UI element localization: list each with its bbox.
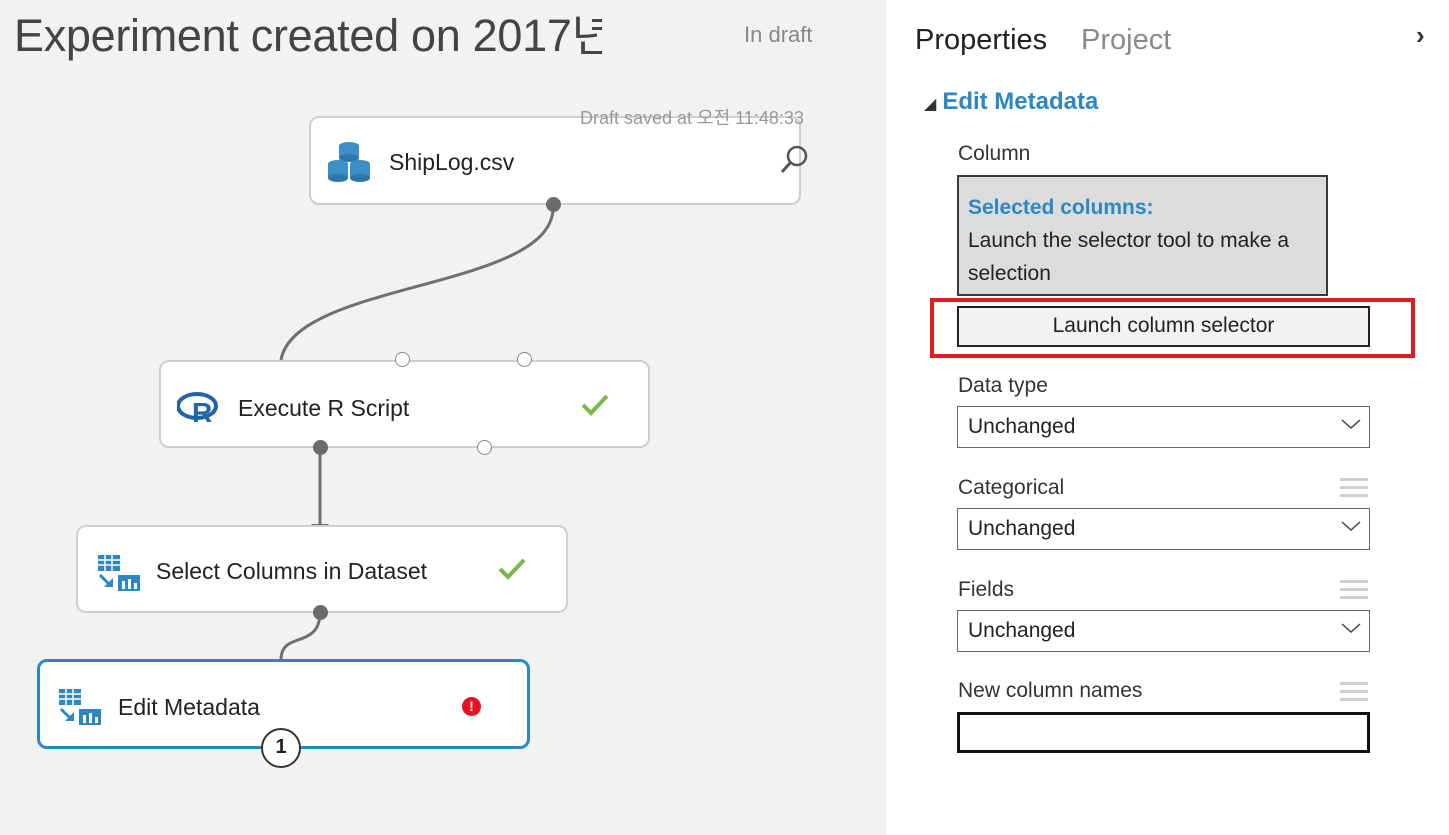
svg-text:R: R bbox=[192, 397, 212, 426]
error-icon[interactable]: ! bbox=[462, 697, 481, 716]
module-label: Execute R Script bbox=[238, 395, 410, 421]
dropdown-value: Unchanged bbox=[968, 415, 1076, 438]
input-port-unconnected[interactable] bbox=[395, 352, 410, 367]
parameter-menu-icon[interactable] bbox=[1340, 682, 1368, 706]
section-title: Edit Metadata bbox=[942, 88, 1099, 115]
properties-panel: Properties Project › ◢ Edit Metadata Colu… bbox=[886, 0, 1449, 835]
chevron-down-icon bbox=[1341, 417, 1361, 436]
categorical-dropdown[interactable]: Unchanged bbox=[957, 508, 1370, 550]
module-execute-r-script[interactable]: R Execute R Script bbox=[159, 360, 650, 448]
module-label: Select Columns in Dataset bbox=[156, 558, 428, 584]
new-column-names-label: New column names bbox=[958, 679, 1143, 702]
table-transform-icon bbox=[96, 553, 142, 598]
collapse-panel-chevron-icon[interactable]: › bbox=[1416, 20, 1425, 51]
dropdown-value: Unchanged bbox=[968, 517, 1076, 540]
module-select-columns[interactable]: Select Columns in Dataset bbox=[76, 525, 568, 613]
launch-column-selector-button[interactable]: Launch column selector bbox=[957, 306, 1370, 347]
data-type-dropdown[interactable]: Unchanged bbox=[957, 406, 1370, 448]
selected-columns-text: Launch the selector tool to make a selec… bbox=[968, 229, 1290, 285]
dataset-icon bbox=[327, 138, 371, 189]
connection-shiplog-to-rscript bbox=[279, 203, 555, 361]
data-type-label: Data type bbox=[958, 374, 1048, 397]
chevron-down-icon bbox=[1341, 621, 1361, 640]
output-port[interactable] bbox=[546, 197, 561, 212]
output-count-badge[interactable]: 1 bbox=[261, 728, 301, 768]
success-check-icon bbox=[580, 392, 610, 423]
fields-dropdown[interactable]: Unchanged bbox=[957, 610, 1370, 652]
parameter-menu-icon[interactable] bbox=[1340, 478, 1368, 502]
table-transform-icon bbox=[57, 687, 103, 732]
tab-properties[interactable]: Properties bbox=[915, 24, 1047, 57]
parameter-menu-icon[interactable] bbox=[1340, 580, 1368, 604]
draft-saved-timestamp: Draft saved at 오전 11:48:33 bbox=[580, 108, 804, 128]
r-logo-icon: R bbox=[176, 390, 221, 431]
collapse-triangle-icon: ◢ bbox=[924, 96, 937, 113]
module-label: ShipLog.csv bbox=[389, 149, 515, 175]
success-check-icon bbox=[497, 556, 527, 587]
fields-label: Fields bbox=[958, 578, 1015, 601]
section-edit-metadata[interactable]: ◢ Edit Metadata bbox=[924, 88, 1098, 116]
selected-columns-box: Selected columns: Launch the selector to… bbox=[957, 175, 1328, 296]
experiment-canvas[interactable]: Experiment created on 2017년 In draft Dra… bbox=[0, 0, 886, 835]
chevron-down-icon bbox=[1341, 519, 1361, 538]
selected-columns-title: Selected columns: bbox=[968, 196, 1154, 219]
dropdown-value: Unchanged bbox=[968, 619, 1076, 642]
connection-selectcolumns-to-editmetadata bbox=[279, 611, 322, 661]
categorical-label: Categorical bbox=[958, 476, 1065, 499]
output-port-unconnected[interactable] bbox=[477, 440, 492, 455]
module-label: Edit Metadata bbox=[118, 694, 260, 720]
tab-project[interactable]: Project bbox=[1081, 24, 1171, 57]
new-column-names-input[interactable] bbox=[957, 712, 1370, 753]
output-port[interactable] bbox=[313, 605, 328, 620]
column-label: Column bbox=[958, 142, 1031, 165]
magnifier-icon[interactable] bbox=[779, 144, 809, 181]
input-port-unconnected[interactable] bbox=[517, 352, 532, 367]
output-port[interactable] bbox=[313, 440, 328, 455]
